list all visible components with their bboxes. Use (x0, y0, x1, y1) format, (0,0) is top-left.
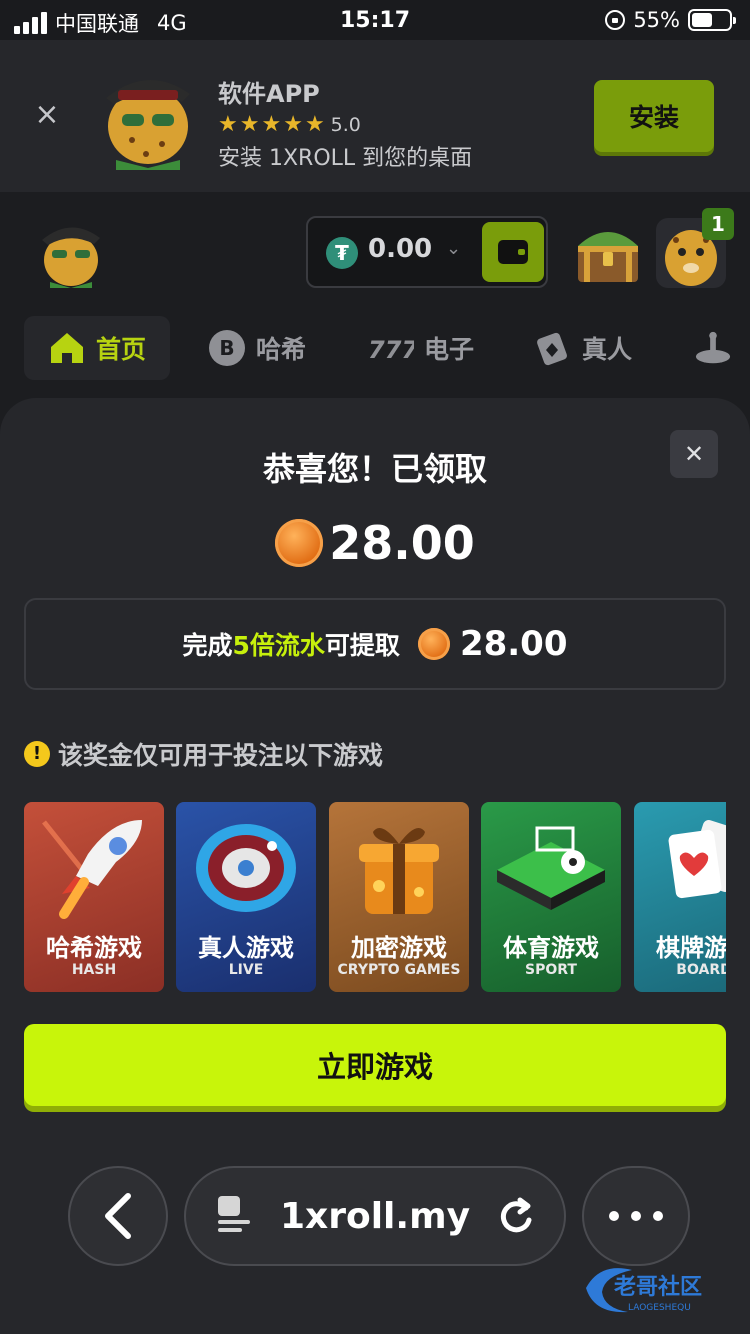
coin-icon (417, 628, 450, 660)
app-name: 软件APP (218, 80, 320, 108)
reload-icon[interactable] (496, 1194, 536, 1238)
tab-label: 哈希 (256, 335, 307, 364)
game-card-subtitle: LIVE (228, 962, 264, 978)
game-card-subtitle: SPORT (525, 962, 577, 978)
warning-icon: ! (24, 741, 50, 767)
bonus-amount-value: 28.00 (329, 516, 475, 570)
game-card-subtitle: BOARD (676, 962, 726, 978)
home-icon (48, 329, 86, 367)
game-card-title: 真人游戏 (198, 934, 294, 962)
close-icon[interactable]: × (32, 100, 62, 130)
balance-value: 0.00 (368, 234, 433, 264)
rocket-icon (42, 820, 142, 919)
community-watermark-logo: 老哥社区 LAOGESHEQU (586, 1268, 702, 1313)
install-button[interactable]: 安装 (594, 80, 714, 152)
wager-prefix: 完成 (182, 631, 233, 660)
wallet-icon (498, 240, 528, 264)
banner-description: 安装 1XROLL 到您的桌面 (218, 146, 473, 171)
site-logo-icon[interactable] (36, 216, 106, 288)
svg-text:LAOGESHEQU: LAOGESHEQU (628, 1303, 691, 1313)
roulette-icon (694, 329, 732, 367)
leopard-logo-icon (106, 79, 190, 170)
star-icon: ★ (304, 112, 325, 137)
rating-stars: ★ ★ ★ ★ ★ 5.0 (218, 112, 361, 137)
playing-cards-icon: ♠ (668, 820, 726, 899)
game-card-board[interactable]: ♠ 棋牌游戏 BOARD (634, 802, 726, 992)
coin-icon (275, 519, 324, 567)
wager-requirement: 完成5倍流水可提取 28.00 (24, 598, 726, 690)
game-card-subtitle: HASH (71, 962, 117, 978)
status-bar: 中国联通 4G 15:17 55% (0, 0, 750, 40)
star-icon: ★ (239, 112, 260, 137)
game-card-sport[interactable]: 体育游戏 SPORT (481, 802, 621, 992)
game-card-title: 哈希游戏 (46, 934, 142, 962)
slot-777-icon: 777 (368, 329, 414, 367)
page-menu-icon[interactable] (214, 1194, 254, 1238)
svg-text:777: 777 (368, 336, 414, 363)
star-icon: ★ (261, 112, 282, 137)
rotation-lock-icon (605, 10, 626, 30)
wager-amount: 28.00 (459, 624, 568, 664)
treasure-chest-icon[interactable] (574, 222, 642, 284)
usdt-icon: ₮ (326, 237, 358, 269)
battery-percent: 55% (633, 8, 680, 32)
wallet-balance[interactable]: ₮ 0.00 ⌄ (306, 216, 548, 288)
bonus-amount: 28.00 (0, 516, 750, 570)
game-card-crypto[interactable]: 加密游戏 CRYPTO GAMES (329, 802, 469, 992)
game-card-subtitle: CRYPTO GAMES (337, 962, 461, 978)
play-now-button[interactable]: 立即游戏 (24, 1024, 726, 1106)
soccer-field-icon (497, 826, 605, 910)
wager-suffix: 可提取 (324, 631, 400, 660)
tab-home[interactable]: 首页 (24, 316, 171, 380)
url-text: 1xroll.my (279, 1195, 471, 1237)
tab-roulette[interactable] (694, 316, 732, 380)
tab-hash[interactable]: B 哈希 (208, 316, 306, 380)
tab-label: 电子 (424, 335, 475, 364)
game-card-live[interactable]: 真人游戏 LIVE (176, 802, 316, 992)
svg-text:老哥社区: 老哥社区 (613, 1274, 702, 1300)
eligible-games-list: 哈希游戏 HASH 真人游戏 LIVE 加密游戏 CRYPTO GAMES 体育… (24, 802, 726, 992)
cards-icon (534, 329, 572, 367)
wallet-button[interactable] (482, 222, 544, 282)
nav-tabs: 首页 B 哈希 777 电子 真人 (0, 316, 750, 382)
tab-live[interactable]: 真人 (534, 316, 632, 380)
wager-multiplier: 5倍流水 (232, 631, 325, 660)
game-card-title: 棋牌游戏 (656, 934, 726, 962)
game-card-hash[interactable]: 哈希游戏 HASH (24, 802, 164, 992)
rating-value: 5.0 (330, 113, 361, 136)
modal-title: 恭喜您！已领取 (262, 450, 487, 488)
game-card-title: 体育游戏 (503, 934, 599, 962)
back-button[interactable] (68, 1166, 168, 1266)
tab-label: 首页 (96, 335, 147, 364)
more-dots-icon (609, 1211, 663, 1221)
roulette-wheel-icon (196, 824, 296, 912)
star-icon: ★ (283, 112, 303, 137)
more-button[interactable] (582, 1166, 690, 1266)
chevron-left-icon (105, 1193, 131, 1239)
gift-box-icon (359, 828, 439, 914)
bitcoin-icon: B (208, 329, 246, 367)
site-header: ₮ 0.00 ⌄ 1 首页 B 哈希 777 电子 真人 (0, 192, 750, 400)
star-icon: ★ (218, 112, 238, 137)
address-bar[interactable]: 1xroll.my (184, 1166, 566, 1266)
app-install-banner: × 软件APP ★ ★ ★ ★ ★ 5.0 安装 1XROLL 到您的桌面 安装 (0, 40, 750, 192)
notice-text: 该奖金仅可用于投注以下游戏 (58, 741, 384, 770)
tab-slots[interactable]: 777 电子 (368, 316, 474, 380)
chevron-down-icon[interactable]: ⌄ (446, 238, 461, 259)
battery-icon (688, 9, 736, 31)
notification-badge: 1 (702, 208, 734, 240)
svg-text:B: B (219, 336, 234, 360)
game-card-title: 加密游戏 (351, 934, 447, 962)
tab-label: 真人 (582, 335, 633, 364)
eligible-games-notice: ! 该奖金仅可用于投注以下游戏 (24, 736, 383, 772)
